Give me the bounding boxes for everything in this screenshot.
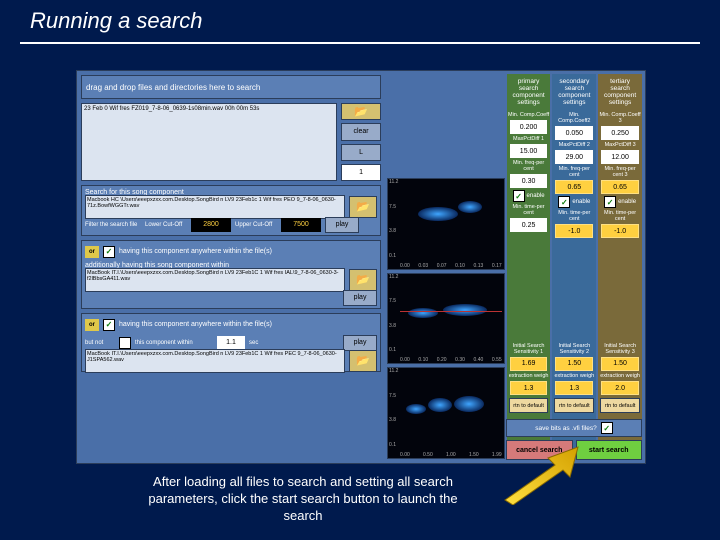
lower-cutoff-field[interactable]: [191, 218, 231, 232]
checkbox-icon[interactable]: ✓: [103, 246, 115, 258]
checkbox-icon[interactable]: [119, 337, 131, 349]
folder-open-icon[interactable]: 📂: [341, 103, 381, 120]
L-button[interactable]: L: [341, 144, 381, 161]
component1-section: Search for this song component Macbook H…: [81, 185, 381, 236]
or-badge: or: [85, 319, 99, 331]
settings-col-secondary: secondary search component settings Min.…: [552, 74, 596, 460]
default1-button[interactable]: rtn to default: [509, 398, 549, 413]
cancel-search-button[interactable]: cancel search: [506, 440, 573, 460]
settings-pane: primary search component settings Min. C…: [507, 71, 645, 463]
sec-label: sec: [249, 340, 265, 346]
play-button[interactable]: play: [325, 217, 359, 233]
minfreq2[interactable]: 0.65: [555, 180, 593, 194]
settings-col-tertiary: tertiary search component settings Min. …: [598, 74, 642, 460]
mintime3[interactable]: -1.0: [601, 224, 639, 238]
file-list[interactable]: 23 Feb 0 Wif fres FZ019_7-8-06_0639-1s08…: [81, 103, 337, 181]
component3-section: or ✓ having this component anywhere with…: [81, 313, 381, 372]
initsens3[interactable]: 1.50: [601, 357, 639, 371]
caption-text: After loading all files to search and se…: [128, 474, 478, 525]
upper-cutoff-label: Upper Cut-Off: [235, 222, 277, 228]
min-compcoeff3[interactable]: 0.250: [601, 126, 639, 140]
clear-button[interactable]: clear: [341, 123, 381, 140]
min-compcoeff2[interactable]: 0.050: [555, 126, 593, 140]
left-pane: drag and drop files and directories here…: [77, 71, 385, 463]
start-search-button[interactable]: start search: [576, 440, 643, 460]
enable3-checkbox[interactable]: ✓: [604, 196, 616, 208]
col3-header: tertiary search component settings: [598, 74, 642, 110]
butnot-label: but not: [85, 340, 115, 346]
component3-path[interactable]: MacBook IT.I.\Users\eeepxzxx.com.Desktop…: [85, 349, 345, 373]
spectrogram-1: 11.27.53.80.1 0.000.030.070.100.130.17: [387, 178, 505, 270]
default2-button[interactable]: rtn to default: [554, 398, 594, 413]
maxpctdiff1[interactable]: 15.00: [510, 144, 548, 158]
component1-path[interactable]: Macbook HC \Users\eeepxzxx.com.Desktop.S…: [85, 195, 345, 219]
bottom-right-controls: save bits as .vfi files? ✓ cancel search…: [506, 419, 642, 460]
enable1-checkbox[interactable]: ✓: [513, 190, 525, 202]
dropzone[interactable]: drag and drop files and directories here…: [81, 75, 381, 99]
mintime2[interactable]: -1.0: [555, 224, 593, 238]
folder-open-icon[interactable]: 📂: [349, 196, 377, 218]
or-badge: or: [85, 246, 99, 258]
file-count-field[interactable]: 1: [341, 164, 381, 181]
play-button[interactable]: play: [343, 290, 377, 306]
within-sec-field[interactable]: [217, 336, 245, 350]
play-button[interactable]: play: [343, 335, 377, 351]
minfreq1[interactable]: 0.30: [510, 174, 548, 188]
minfreq3[interactable]: 0.65: [601, 180, 639, 194]
file-list-row: 23 Feb 0 Wif fres FZ019_7-8-06_0639-1s08…: [84, 106, 334, 112]
extweight1[interactable]: 1.3: [510, 381, 548, 395]
save-bits-row: save bits as .vfi files? ✓: [506, 419, 642, 437]
enable2-checkbox[interactable]: ✓: [558, 196, 570, 208]
initsens2[interactable]: 1.50: [555, 357, 593, 371]
checkbox-icon[interactable]: ✓: [103, 319, 115, 331]
file-side-buttons: 📂 clear L 1: [341, 103, 381, 181]
lower-cutoff-label: Lower Cut-Off: [145, 222, 187, 228]
col2-header: secondary search component settings: [552, 74, 596, 110]
savebits-checkbox[interactable]: ✓: [601, 422, 613, 434]
component2-path[interactable]: MacBook IT.I.\Users\eeepxzxx.com.Desktop…: [85, 268, 345, 292]
filter-label: Filter the search file: [85, 222, 141, 228]
col1-header: primary search component settings: [507, 74, 551, 110]
title-rule: [20, 42, 700, 44]
extweight2[interactable]: 1.3: [555, 381, 593, 395]
component2-havinglabel: having this component anywhere within th…: [119, 248, 377, 255]
spectrogram-2: 11.27.53.80.1 0.000.100.200.300.400.55: [387, 273, 505, 365]
spectrogram-3: 11.27.53.80.1 0.000.501.001.501.99: [387, 367, 505, 459]
component3-havinglabel: having this component anywhere within th…: [119, 321, 377, 328]
folder-open-icon[interactable]: 📂: [349, 269, 377, 291]
settings-col-primary: primary search component settings Min. C…: [507, 74, 551, 460]
thiswithin-label: this component within: [135, 340, 213, 346]
file-area: 23 Feb 0 Wif fres FZ019_7-8-06_0639-1s08…: [81, 103, 381, 181]
slide-title: Running a search: [30, 8, 202, 34]
maxpctdiff3[interactable]: 12.00: [601, 150, 639, 164]
component2-section: or ✓ having this component anywhere with…: [81, 240, 381, 309]
spectrogram-pane: 11.27.53.80.1 0.000.030.070.100.130.17 1…: [385, 71, 507, 463]
upper-cutoff-field[interactable]: [281, 218, 321, 232]
maxpctdiff2[interactable]: 29.00: [555, 150, 593, 164]
extweight3[interactable]: 2.0: [601, 381, 639, 395]
min-compcoeff1[interactable]: 0.200: [510, 120, 548, 134]
mintime1[interactable]: 0.25: [510, 218, 548, 232]
app-window: drag and drop files and directories here…: [76, 70, 646, 464]
initsens1[interactable]: 1.69: [510, 357, 548, 371]
folder-open-icon[interactable]: 📂: [349, 350, 377, 372]
default3-button[interactable]: rtn to default: [600, 398, 640, 413]
